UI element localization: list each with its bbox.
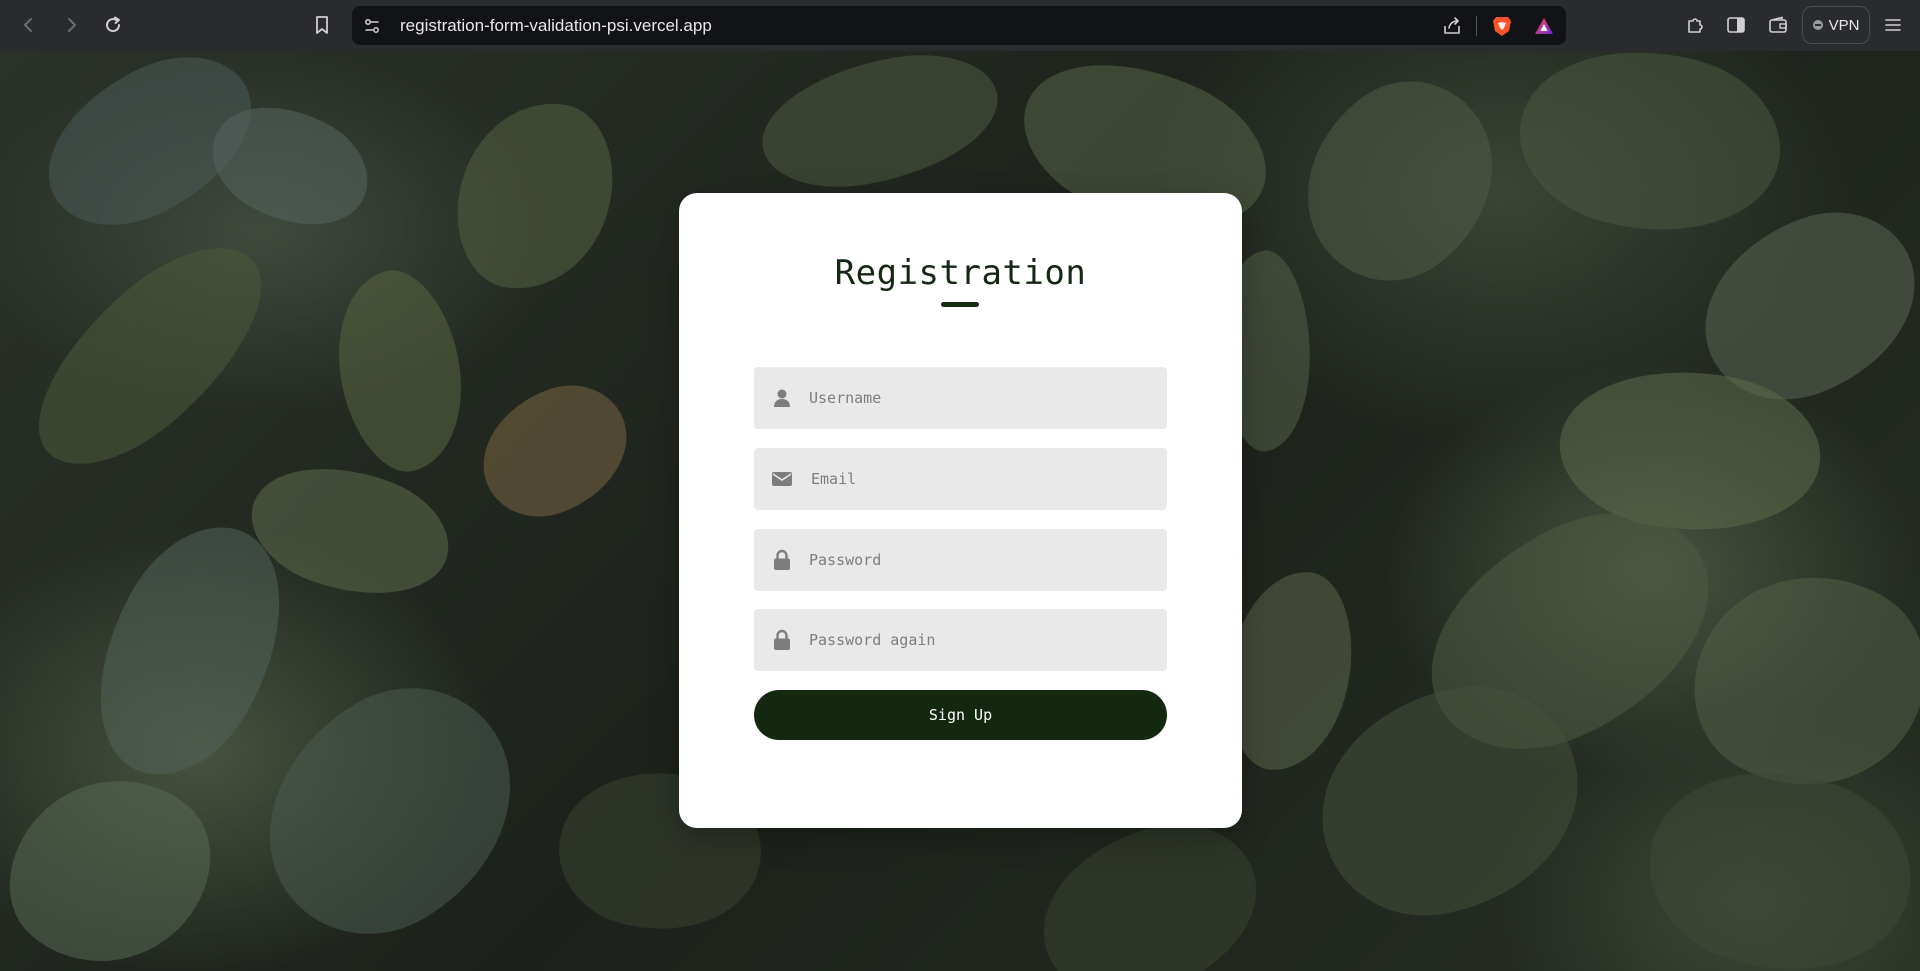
forward-button[interactable] [55, 9, 87, 41]
vpn-status-icon [1812, 20, 1823, 30]
brave-shields-button[interactable] [1486, 10, 1518, 42]
brave-lion-icon [1493, 17, 1511, 36]
bookmark-icon [316, 16, 328, 34]
brave-rewards-button[interactable] [1528, 10, 1560, 42]
email-field[interactable] [754, 448, 1167, 510]
share-icon [1444, 17, 1460, 34]
password-again-field[interactable] [754, 609, 1167, 671]
puzzle-icon [1688, 18, 1703, 33]
browser-toolbar: registration-form-validation-psi.vercel.… [0, 0, 1920, 51]
sign-up-button[interactable]: Sign Up [754, 690, 1167, 740]
email-input[interactable] [809, 458, 1153, 500]
wallet-button[interactable] [1762, 9, 1794, 41]
lock-icon [771, 549, 793, 571]
site-settings-icon [365, 19, 379, 33]
vpn-button[interactable]: VPN [1802, 6, 1870, 44]
share-button[interactable] [1436, 10, 1468, 42]
sidebar-icon [1727, 17, 1745, 33]
envelope-icon [771, 468, 793, 490]
password-input[interactable] [807, 539, 1151, 581]
reload-button[interactable] [97, 9, 129, 41]
username-input[interactable] [807, 377, 1151, 419]
user-icon [771, 387, 793, 409]
password-again-input[interactable] [807, 619, 1151, 661]
main-menu-button[interactable] [1877, 9, 1909, 41]
title-underline [941, 302, 979, 307]
back-button[interactable] [13, 9, 45, 41]
sidebar-button[interactable] [1720, 9, 1752, 41]
back-arrow-icon [24, 18, 32, 32]
reload-icon [106, 16, 121, 33]
username-field[interactable] [754, 367, 1167, 429]
lock-icon [771, 629, 793, 651]
registration-card: Registration Sign Up [679, 193, 1242, 828]
site-settings-button[interactable] [356, 10, 388, 42]
extensions-button[interactable] [1679, 9, 1711, 41]
vpn-label: VPN [1828, 16, 1860, 34]
address-bar[interactable]: registration-form-validation-psi.vercel.… [352, 6, 1566, 45]
password-field[interactable] [754, 529, 1167, 591]
hamburger-menu-icon [1885, 19, 1901, 31]
rewards-triangle-icon [1535, 18, 1553, 34]
form-title: Registration [834, 253, 1087, 293]
bookmark-button[interactable] [306, 9, 338, 41]
url-text[interactable]: registration-form-validation-psi.vercel.… [400, 6, 712, 45]
wallet-icon [1769, 16, 1787, 33]
address-bar-divider [1476, 16, 1477, 36]
forward-arrow-icon [68, 18, 76, 32]
